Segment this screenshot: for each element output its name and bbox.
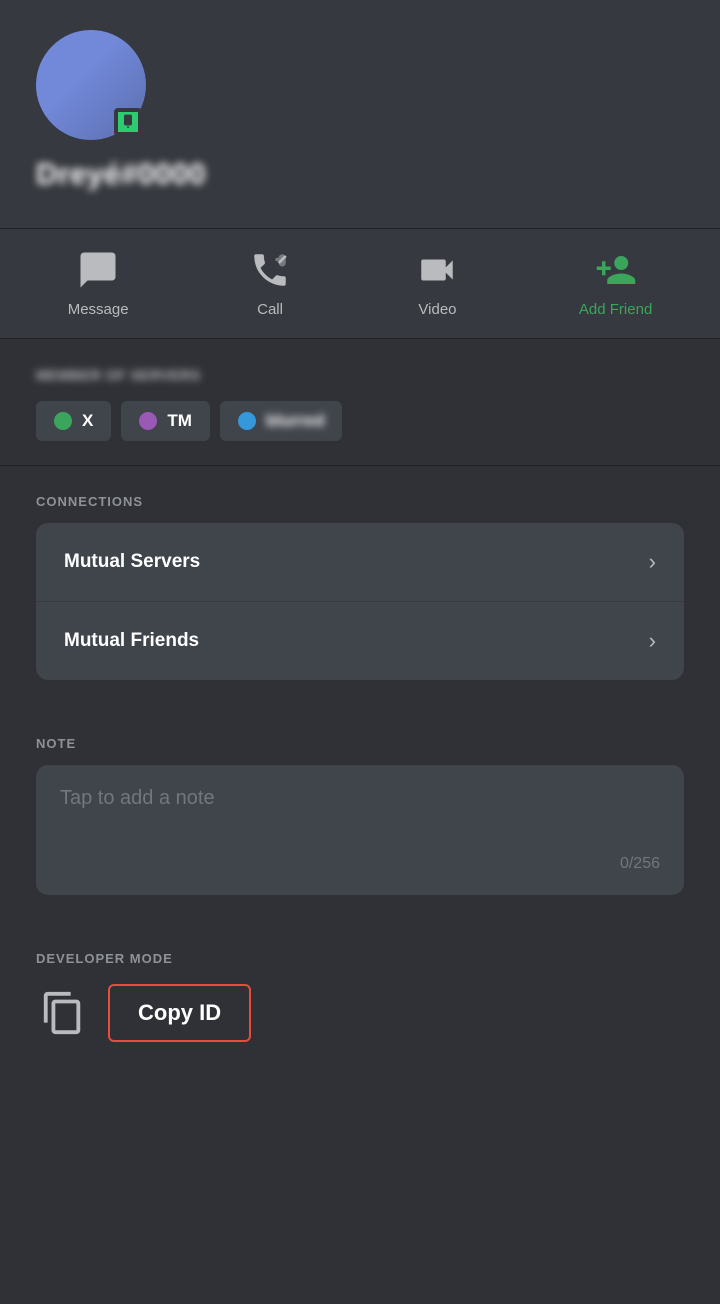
tag-label-tm: TM <box>167 411 192 431</box>
tag-chip-tm[interactable]: TM <box>121 401 210 441</box>
note-section: NOTE Tap to add a note 0/256 <box>0 708 720 895</box>
mutual-friends-item[interactable]: Mutual Friends › <box>36 602 684 680</box>
add-friend-icon <box>590 249 642 291</box>
tag-dot-blurred <box>238 412 256 430</box>
roles-section-label: MEMBER OF SERVERS <box>36 367 684 383</box>
mutual-servers-item[interactable]: Mutual Servers › <box>36 523 684 602</box>
call-icon <box>244 249 296 291</box>
message-button[interactable]: Message <box>68 249 129 318</box>
profile-top-section: Dreyé#0000 <box>0 0 720 229</box>
tag-chip-blurred[interactable]: blurred <box>220 401 343 441</box>
main-content: MEMBER OF SERVERS X TM blurred CONNECTIO… <box>0 339 720 1042</box>
roles-section: MEMBER OF SERVERS X TM blurred <box>0 339 720 466</box>
note-placeholder: Tap to add a note <box>60 787 660 810</box>
tag-dot-tm <box>139 412 157 430</box>
tags-row: X TM blurred <box>36 401 684 441</box>
video-button[interactable]: Video <box>411 249 463 318</box>
add-friend-label: Add Friend <box>579 301 652 318</box>
video-icon <box>411 249 463 291</box>
connections-label: CONNECTIONS <box>36 494 684 509</box>
tag-label-x: X <box>82 411 93 431</box>
developer-mode-label: DEVELOPER MODE <box>36 951 684 966</box>
copy-id-label: Copy ID <box>138 1000 221 1025</box>
copy-icon <box>36 986 90 1040</box>
developer-mode-section: DEVELOPER MODE Copy ID <box>0 923 720 1042</box>
connections-section: CONNECTIONS Mutual Servers › Mutual Frie… <box>0 466 720 680</box>
add-friend-button[interactable]: Add Friend <box>579 249 652 318</box>
call-label: Call <box>257 301 283 318</box>
avatar-status-indicator <box>114 108 142 136</box>
copy-id-text-box: Copy ID <box>108 984 251 1042</box>
note-label: NOTE <box>36 736 684 751</box>
avatar <box>36 30 146 140</box>
video-label: Video <box>418 301 456 318</box>
tag-label-blurred: blurred <box>266 411 325 431</box>
mutual-friends-text: Mutual Friends <box>64 630 199 652</box>
chevron-right-icon-2: › <box>649 628 656 654</box>
chevron-right-icon: › <box>649 549 656 575</box>
mutual-servers-text: Mutual Servers <box>64 551 200 573</box>
note-counter: 0/256 <box>60 855 660 873</box>
avatar-row <box>36 30 684 140</box>
username-display: Dreyé#0000 <box>36 158 684 192</box>
message-label: Message <box>68 301 129 318</box>
action-bar: Message Call Video Add Friend <box>0 229 720 339</box>
copy-id-button[interactable]: Copy ID <box>36 984 251 1042</box>
note-textarea-wrapper[interactable]: Tap to add a note 0/256 <box>36 765 684 895</box>
tag-chip-x[interactable]: X <box>36 401 111 441</box>
call-button[interactable]: Call <box>244 249 296 318</box>
message-icon <box>72 249 124 291</box>
tag-dot-x <box>54 412 72 430</box>
connections-card: Mutual Servers › Mutual Friends › <box>36 523 684 680</box>
